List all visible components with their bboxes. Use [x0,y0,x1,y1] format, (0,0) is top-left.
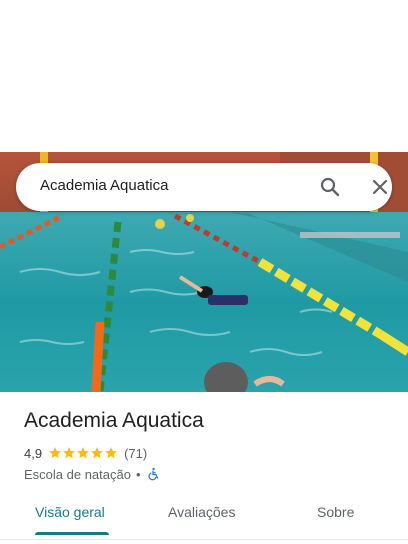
active-tab-indicator [35,532,109,535]
star-icon [49,447,61,459]
search-bar[interactable]: Academia Aquatica [16,163,392,211]
star-icon [105,447,117,459]
place-category: Escola de natação [24,466,131,482]
star-rating [48,446,118,460]
review-count[interactable]: (71) [124,446,147,461]
place-tabs: Visão geral Avaliações Sobre [0,496,408,536]
tabs-divider [0,539,408,540]
separator-dot: • [135,466,141,482]
tab-overview[interactable]: Visão geral [35,504,105,520]
search-input[interactable]: Academia Aquatica [40,177,168,194]
rating-row[interactable]: 4,9 (71) [24,444,147,462]
star-icon [63,447,75,459]
category-row: Escola de natação • [24,465,160,483]
search-icon[interactable] [318,175,342,199]
tab-about[interactable]: Sobre [317,504,354,520]
tab-reviews[interactable]: Avaliações [168,504,235,520]
map-blank-area [0,0,408,152]
wheelchair-accessible-icon [148,467,158,481]
star-icon [91,447,103,459]
place-title: Academia Aquatica [24,409,204,432]
star-icon [77,447,89,459]
close-icon[interactable] [368,175,392,199]
rating-value: 4,9 [24,445,43,461]
